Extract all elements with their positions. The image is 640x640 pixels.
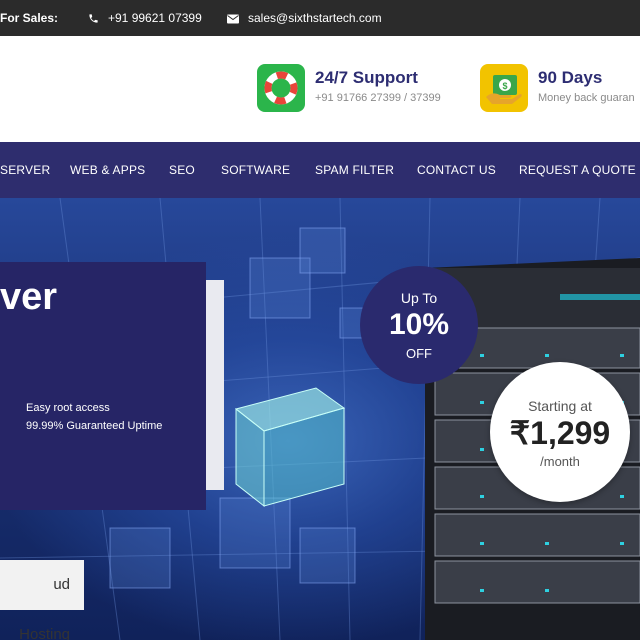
nav-item-server[interactable]: SERVER [0, 142, 50, 198]
sales-phone-number: +91 99621 07399 [108, 11, 202, 25]
discount-percent: 10% [388, 308, 450, 341]
phone-icon [86, 0, 100, 36]
price-period: /month [540, 454, 580, 469]
discount-off: OFF [406, 346, 432, 361]
promo-panel-edge [206, 280, 224, 490]
nav-item-software[interactable]: SOFTWARE [221, 142, 290, 198]
money-icon: $ [480, 64, 528, 112]
sales-phone[interactable]: +91 99621 07399 [86, 0, 202, 36]
discount-up-to: Up To [400, 290, 438, 306]
discount-badge: Up To 10% OFF [360, 266, 478, 384]
top-contact-bar: For Sales: +91 99621 07399 sales@sixthst… [0, 0, 640, 36]
hero-banner: ver Easy root access 99.99% Guaranteed U… [0, 198, 640, 640]
price-badge: Starting at ₹1,299 /month [490, 362, 630, 502]
nav-item-web-apps[interactable]: WEB & APPS [70, 142, 145, 198]
nav-item-contact-us[interactable]: CONTACT US [417, 142, 496, 198]
cloud-hosting-button-label: ud Hosting [19, 576, 70, 640]
nav-item-spam-filter[interactable]: SPAM FILTER [315, 142, 394, 198]
sales-label: For Sales: [0, 11, 59, 25]
promo-title: ver [0, 276, 58, 318]
support-phone: +91 91766 27399 / 37399 [315, 92, 441, 104]
promo-feature-root-access: Easy root access [26, 402, 110, 414]
support-title: 24/7 Support [315, 68, 418, 87]
cloud-hosting-button[interactable]: ud Hosting [0, 560, 84, 640]
lifebuoy-icon [257, 64, 305, 112]
main-nav: SERVER WEB & APPS SEO SOFTWARE SPAM FILT… [0, 142, 640, 198]
sales-email-address: sales@sixthstartech.com [248, 11, 382, 25]
promo-panel: ver Easy root access 99.99% Guaranteed U… [0, 262, 206, 510]
guarantee-subtitle: Money back guaran [538, 92, 635, 104]
sales-email[interactable]: sales@sixthstartech.com [226, 0, 382, 36]
price-amount: ₹1,299 [509, 415, 611, 451]
nav-item-request-quote[interactable]: REQUEST A QUOTE [519, 142, 636, 198]
promo-feature-uptime: 99.99% Guaranteed Uptime [26, 420, 163, 432]
nav-item-seo[interactable]: SEO [169, 142, 195, 198]
svg-text:$: $ [502, 81, 507, 91]
price-starting-label: Starting at [528, 398, 592, 414]
envelope-icon [226, 0, 240, 36]
guarantee-title: 90 Days [538, 68, 603, 87]
glowing-cube-graphic [234, 387, 346, 508]
site-header: 24/7 Support +91 91766 27399 / 37399 $ 9… [0, 36, 640, 142]
